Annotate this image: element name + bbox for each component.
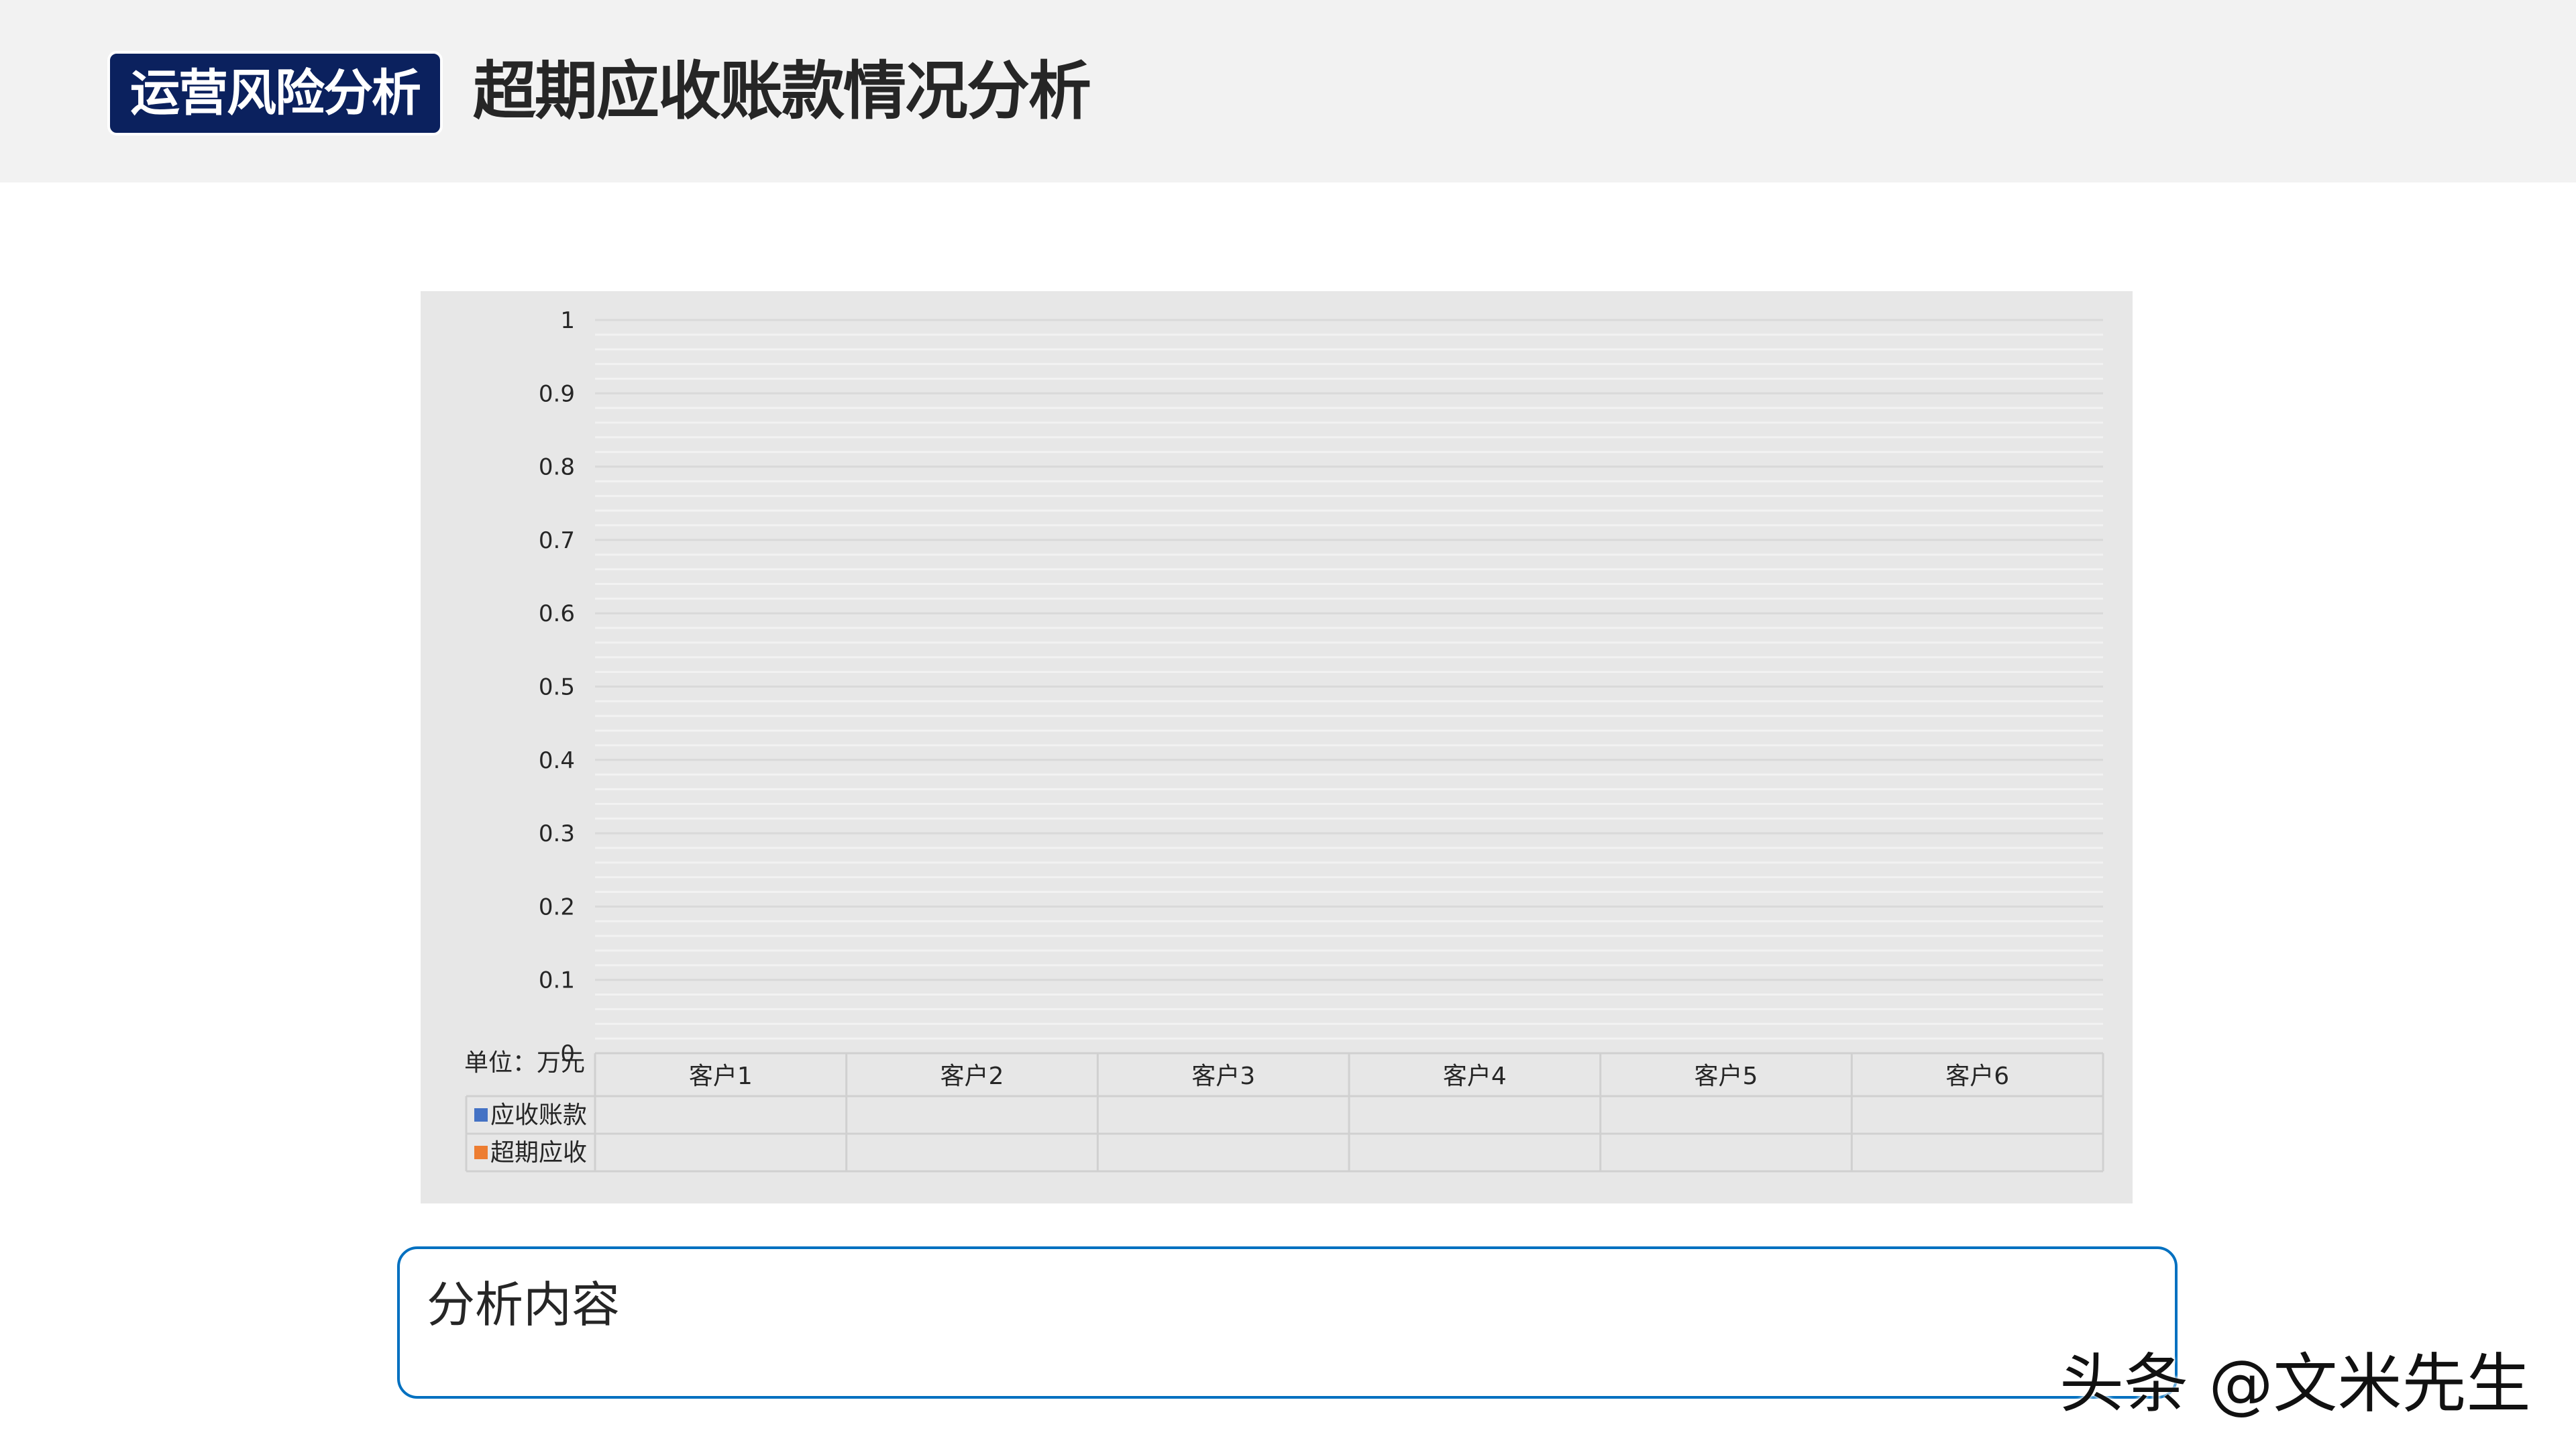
category-label: 客户5 xyxy=(1695,1063,1758,1090)
y-tick-label: 1 xyxy=(560,307,575,334)
header-bar: 运营风险分析 超期应收账款情况分析 xyxy=(0,0,2576,182)
y-tick-label: 0.2 xyxy=(539,894,575,920)
unit-label: 单位：万元 xyxy=(464,1049,585,1077)
category-label: 客户6 xyxy=(1945,1063,2009,1090)
category-label: 客户2 xyxy=(941,1063,1004,1090)
y-tick-label: 0.4 xyxy=(539,747,575,774)
y-tick-label: 0.7 xyxy=(539,527,575,554)
category-label: 客户4 xyxy=(1443,1063,1507,1090)
y-tick-label: 0.6 xyxy=(539,600,575,627)
watermark: 头条 @文米先生 xyxy=(2059,1332,2531,1425)
page-title: 超期应收账款情况分析 xyxy=(473,48,1090,136)
section-badge: 运营风险分析 xyxy=(107,51,443,136)
category-label: 客户3 xyxy=(1191,1063,1255,1090)
y-tick-label: 0.1 xyxy=(539,967,575,994)
analysis-box[interactable]: 分析内容 xyxy=(397,1246,2178,1399)
y-tick-label: 0.8 xyxy=(539,454,575,481)
analysis-label: 分析内容 xyxy=(427,1265,620,1336)
legend-swatch-2 xyxy=(474,1146,488,1159)
y-tick-label: 0.9 xyxy=(539,380,575,407)
y-tick-label: 0.5 xyxy=(539,674,575,701)
bar-chart: 00.10.20.30.40.50.60.70.80.91客户1客户2客户3客户… xyxy=(421,291,2133,1203)
y-tick-label: 0.3 xyxy=(539,820,575,847)
category-label: 客户1 xyxy=(689,1063,753,1090)
legend-label-2: 超期应收 xyxy=(490,1139,587,1167)
chart-area: 00.10.20.30.40.50.60.70.80.91客户1客户2客户3客户… xyxy=(421,291,2133,1203)
legend-label-1: 应收账款 xyxy=(490,1102,587,1129)
legend-swatch-1 xyxy=(474,1108,488,1122)
